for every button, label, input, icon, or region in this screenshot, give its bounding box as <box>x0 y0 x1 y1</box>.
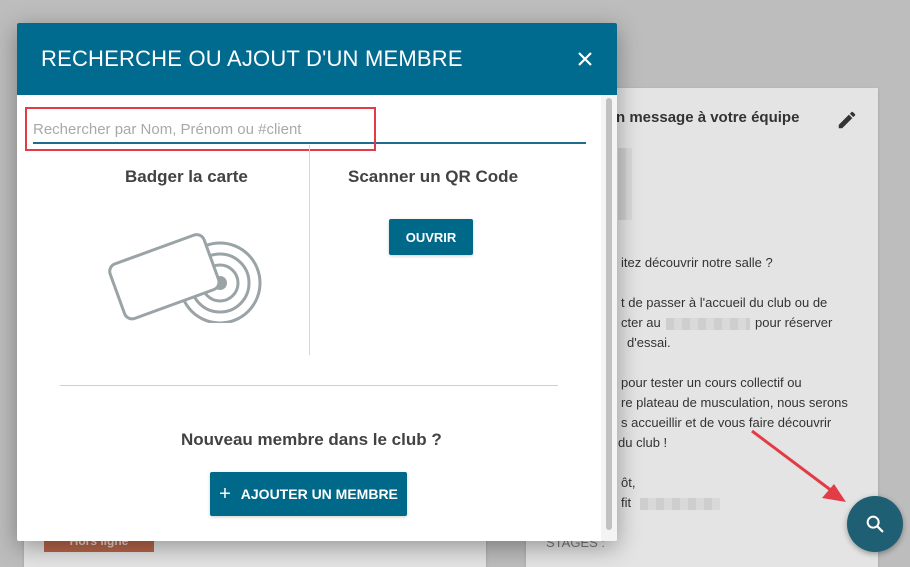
message-line: t de passer à l'accueil du club ou de <box>621 295 828 310</box>
edit-icon[interactable] <box>836 109 858 131</box>
section-divider <box>60 385 558 386</box>
search-icon <box>866 515 884 533</box>
dialog-title: RECHERCHE OU AJOUT D'UN MEMBRE <box>41 46 463 71</box>
qr-code-title: Scanner un QR Code <box>348 167 519 186</box>
scrollbar-thumb[interactable] <box>606 98 612 530</box>
blurred-image <box>618 148 632 220</box>
message-line: cter au <box>621 315 661 330</box>
message-line: ôt, <box>621 475 636 490</box>
team-message-title: n message à votre équipe <box>616 109 800 126</box>
message-line: itez découvrir notre salle ? <box>621 255 773 270</box>
add-member-label: AJOUTER UN MEMBRE <box>240 486 398 502</box>
message-line: pour tester un cours collectif ou <box>621 375 802 390</box>
plus-icon: + <box>219 483 231 505</box>
dialog-header: RECHERCHE OU AJOUT D'UN MEMBRE <box>17 23 617 95</box>
new-member-title: Nouveau membre dans le club ? <box>181 430 442 449</box>
blurred-signature <box>640 498 720 510</box>
message-line: s accueillir et de vous faire découvrir <box>621 415 832 430</box>
badge-card-title: Badger la carte <box>125 167 248 186</box>
add-member-button[interactable]: + AJOUTER UN MEMBRE <box>210 472 407 516</box>
blurred-phone <box>666 318 750 330</box>
message-line: du club ! <box>618 435 668 450</box>
message-line: d'essai. <box>627 335 671 350</box>
message-line: pour réserver <box>755 315 833 330</box>
search-add-member-dialog: RECHERCHE OU AJOUT D'UN MEMBRE Badger la… <box>17 23 617 541</box>
search-fab[interactable] <box>847 496 903 552</box>
search-highlight-annotation <box>25 107 376 151</box>
message-line: re plateau de musculation, nous serons <box>621 395 848 410</box>
open-qr-scanner-button[interactable]: OUVRIR <box>389 219 473 255</box>
close-icon[interactable] <box>573 47 597 71</box>
message-line: fit <box>621 495 632 510</box>
nfc-card-icon <box>108 233 262 323</box>
column-divider <box>309 145 310 355</box>
